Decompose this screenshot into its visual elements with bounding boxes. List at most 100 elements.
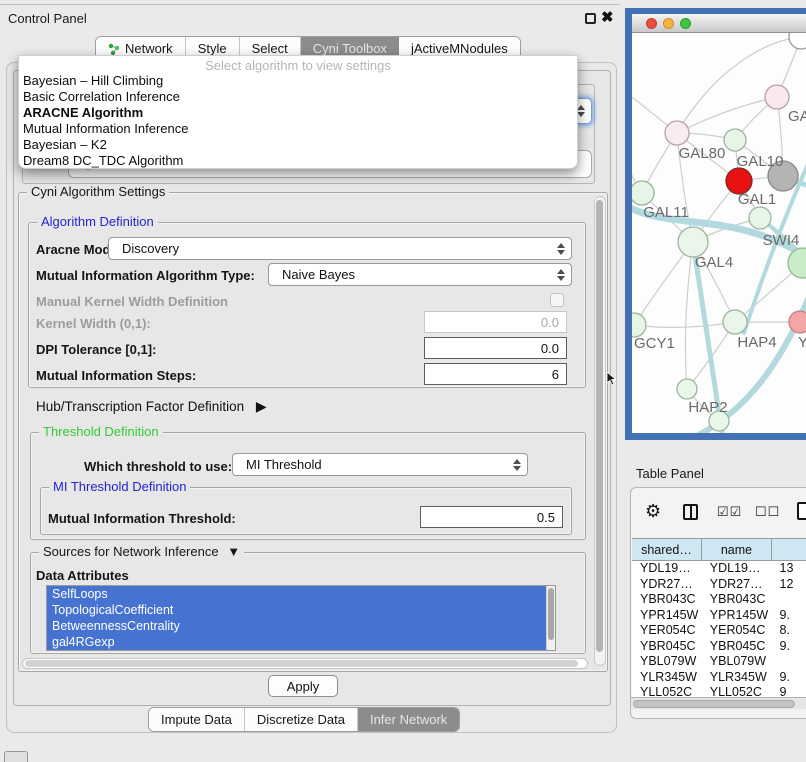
aracne-mode-value: Discovery — [122, 241, 179, 256]
chevron-down-icon: ▼ — [227, 544, 240, 559]
tab-infer-network[interactable]: Infer Network — [358, 708, 459, 731]
table-cell: YDL19… — [702, 561, 772, 577]
close-icon[interactable]: ✖ — [601, 8, 614, 26]
node-hap4[interactable] — [723, 310, 747, 334]
attributes-scrollbar[interactable] — [546, 586, 555, 650]
table-row[interactable]: YDR27…YDR27…12 — [632, 577, 806, 593]
node-salmon[interactable] — [789, 311, 806, 333]
algorithm-option[interactable]: Bayesian – Hill Climbing — [19, 73, 577, 89]
mi-threshold-input[interactable]: 0.5 — [420, 506, 563, 528]
table-horizontal-scrollbar[interactable] — [631, 697, 806, 709]
node-label-gal: GAL — [788, 108, 806, 125]
node-gal10[interactable] — [724, 129, 746, 151]
network-edge[interactable] — [634, 322, 735, 327]
table-panel: ⚙ ☑☑ ☐☐ shared…nameYDL19…YDL19…13YDR27…Y… — [630, 487, 806, 719]
table-cell: 8. — [772, 623, 806, 639]
cyni-settings-group-label: Cyni Algorithm Settings — [27, 184, 169, 199]
dropdown-placeholder: Select algorithm to view settings — [19, 56, 577, 73]
table-row[interactable]: YBR045CYBR045C9. — [632, 639, 806, 655]
tab-label: Impute Data — [161, 712, 232, 727]
table-cell — [772, 592, 806, 608]
kernel-width-input[interactable]: 0.0 — [424, 311, 567, 333]
algorithm-option[interactable]: Basic Correlation Inference — [19, 89, 577, 105]
algorithm-option[interactable]: ARACNE Algorithm — [19, 105, 577, 121]
tab-label: Style — [198, 41, 227, 56]
float-window-icon[interactable] — [585, 13, 596, 24]
table-row[interactable]: YLR345WYLR345W9. — [632, 670, 806, 686]
columns-icon[interactable] — [683, 504, 698, 520]
algorithm-option[interactable]: Bayesian – K2 — [19, 137, 577, 153]
dpi-tolerance-input[interactable]: 0.0 — [424, 337, 567, 359]
node-pink-upper[interactable] — [765, 85, 789, 109]
table-cell — [772, 654, 806, 670]
column-header[interactable]: shared… — [632, 539, 702, 560]
gear-icon[interactable]: ⚙ — [645, 501, 661, 522]
document-icon[interactable] — [797, 502, 806, 520]
node-label-gcy1: GCY1 — [634, 335, 675, 352]
node-label-gal4: GAL4 — [695, 254, 733, 271]
table-cell: YLR345W — [632, 670, 702, 686]
table-row[interactable]: YER054CYER054C8. — [632, 623, 806, 639]
attribute-item[interactable]: SelfLoops — [47, 586, 555, 602]
checked-pair-icon[interactable]: ☑☑ — [717, 504, 742, 520]
dpi-tolerance-label: DPI Tolerance [0,1]: — [36, 342, 156, 357]
combo-spinner-icon — [577, 105, 591, 117]
node-label-swi4: SWI4 — [763, 232, 800, 249]
algorithm-option[interactable]: Dream8 DC_TDC Algorithm — [19, 153, 577, 169]
minimize-traffic-light-icon[interactable] — [663, 18, 674, 29]
network-edge[interactable] — [685, 242, 693, 389]
aracne-mode-select[interactable]: Discovery — [108, 237, 572, 260]
attribute-item[interactable]: BetweennessCentrality — [47, 618, 555, 634]
mi-type-select[interactable]: Naive Bayes — [268, 263, 572, 286]
table-cell: YLR345W — [702, 670, 772, 686]
table-cell: 12 — [772, 577, 806, 593]
table-cell: 9. — [772, 608, 806, 624]
unchecked-pair-icon[interactable]: ☐☐ — [755, 504, 780, 520]
network-icon — [108, 43, 120, 55]
apply-button[interactable]: Apply — [268, 675, 338, 697]
node-hap2[interactable] — [677, 379, 697, 399]
table-cell: YER054C — [702, 623, 772, 639]
network-canvas[interactable]: GALGAL80GAL10GAL1GAL11SWI4GAL4GCY1HAP4YH… — [632, 33, 806, 433]
attribute-item[interactable]: gal4RGexp — [47, 634, 555, 650]
node-label-gal80: GAL80 — [679, 145, 726, 162]
node-gal80[interactable] — [665, 121, 689, 145]
tab-discretize-data[interactable]: Discretize Data — [245, 708, 358, 731]
cyni-bottom-tabs: Impute Data Discretize Data Infer Network — [148, 707, 460, 732]
close-traffic-light-icon[interactable] — [646, 18, 657, 29]
table-row[interactable]: YBL079WYBL079W — [632, 654, 806, 670]
mi-steps-input[interactable]: 6 — [424, 363, 567, 385]
data-attributes-list: SelfLoopsTopologicalCoefficientBetweenne… — [46, 585, 556, 651]
node-gal11[interactable] — [632, 181, 654, 205]
node-gal4[interactable] — [678, 227, 708, 257]
manual-kernel-checkbox[interactable] — [550, 293, 564, 307]
settings-vertical-scrollbar[interactable] — [594, 196, 606, 666]
attribute-item[interactable]: TopologicalCoefficient — [47, 602, 555, 618]
network-window-titlebar[interactable] — [632, 14, 806, 33]
data-attributes-label: Data Attributes — [36, 568, 129, 583]
tab-label: Infer Network — [370, 712, 447, 727]
table-row[interactable]: YDL19…YDL19…13 — [632, 561, 806, 577]
node-gal1[interactable] — [749, 207, 771, 229]
algorithm-option[interactable]: Mutual Information Inference — [19, 121, 577, 137]
which-threshold-select[interactable]: MI Threshold — [232, 453, 528, 476]
mi-threshold-label: Mutual Information Threshold: — [48, 511, 236, 526]
table-cell: YDL19… — [632, 561, 702, 577]
node-top-right[interactable] — [789, 33, 806, 49]
table-row[interactable]: YPR145WYPR145W9. — [632, 608, 806, 624]
tab-impute-data[interactable]: Impute Data — [149, 708, 245, 731]
node-gcy1[interactable] — [632, 313, 646, 337]
zoom-traffic-light-icon[interactable] — [680, 18, 691, 29]
sources-group-label[interactable]: Sources for Network Inference ▼ — [39, 544, 244, 559]
table-row[interactable]: YBR043CYBR043C — [632, 592, 806, 608]
hub-definition-toggle[interactable]: Hub/Transcription Factor Definition ▶ — [36, 398, 267, 415]
table-cell: 9. — [772, 670, 806, 686]
table-cell: YBL079W — [632, 654, 702, 670]
tab-label: Cyni Toolbox — [313, 41, 387, 56]
network-edge[interactable] — [677, 97, 777, 133]
column-header[interactable] — [772, 539, 806, 560]
tab-label: Discretize Data — [257, 712, 345, 727]
column-header[interactable]: name — [702, 539, 772, 560]
settings-horizontal-scrollbar[interactable] — [22, 658, 588, 669]
table-cell: YPR145W — [632, 608, 702, 624]
